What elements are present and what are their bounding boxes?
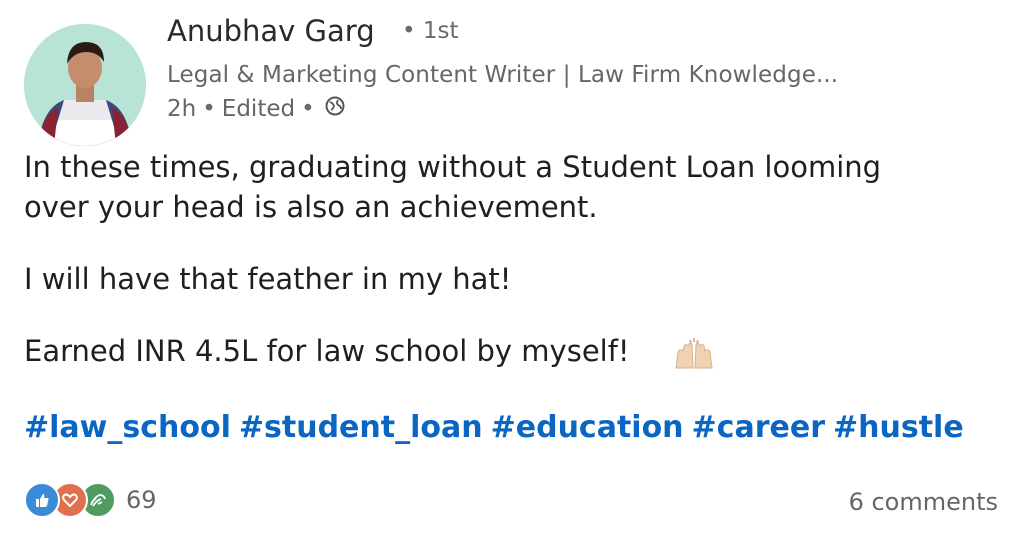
hashtag-list: #law_school #student_loan #education #ca… [24,410,964,445]
hashtag-link[interactable]: #career [692,410,825,445]
separator-dot: • [202,96,216,122]
post-text-line: I will have that feather in my hat! [24,262,512,296]
edited-label: Edited [221,96,296,122]
comments-count-link[interactable]: 6 comments [849,488,998,516]
reactions-summary[interactable]: 69 [24,482,157,518]
hashtag-link[interactable]: #law_school [24,410,231,445]
post-text-line: over your head is also an achievement. [24,190,598,224]
avatar-photo [24,24,146,146]
post-meta: 2h • Edited • [167,96,351,122]
author-name[interactable]: Anubhav Garg [167,14,375,48]
globe-icon [325,96,345,122]
avatar[interactable] [24,24,146,146]
raising-hands-icon [672,338,716,376]
post-time: 2h [167,96,197,122]
degree-label: 1st [422,18,459,44]
feed-post: Anubhav Garg • 1st Legal & Marketing Con… [0,0,1024,547]
separator-dot: • [301,96,315,122]
like-icon [24,482,60,518]
connection-degree: • 1st [402,18,459,44]
reaction-count: 69 [126,486,157,514]
hashtag-link[interactable]: #education [491,410,684,445]
post-text-line: Earned INR 4.5L for law school by myself… [24,334,630,368]
separator-dot: • [402,18,416,44]
post-text-line: In these times, graduating without a Stu… [24,150,882,184]
author-headline: Legal & Marketing Content Writer | Law F… [167,62,839,88]
hashtag-link[interactable]: #student_loan [239,410,483,445]
hashtag-link[interactable]: #hustle [833,410,964,445]
